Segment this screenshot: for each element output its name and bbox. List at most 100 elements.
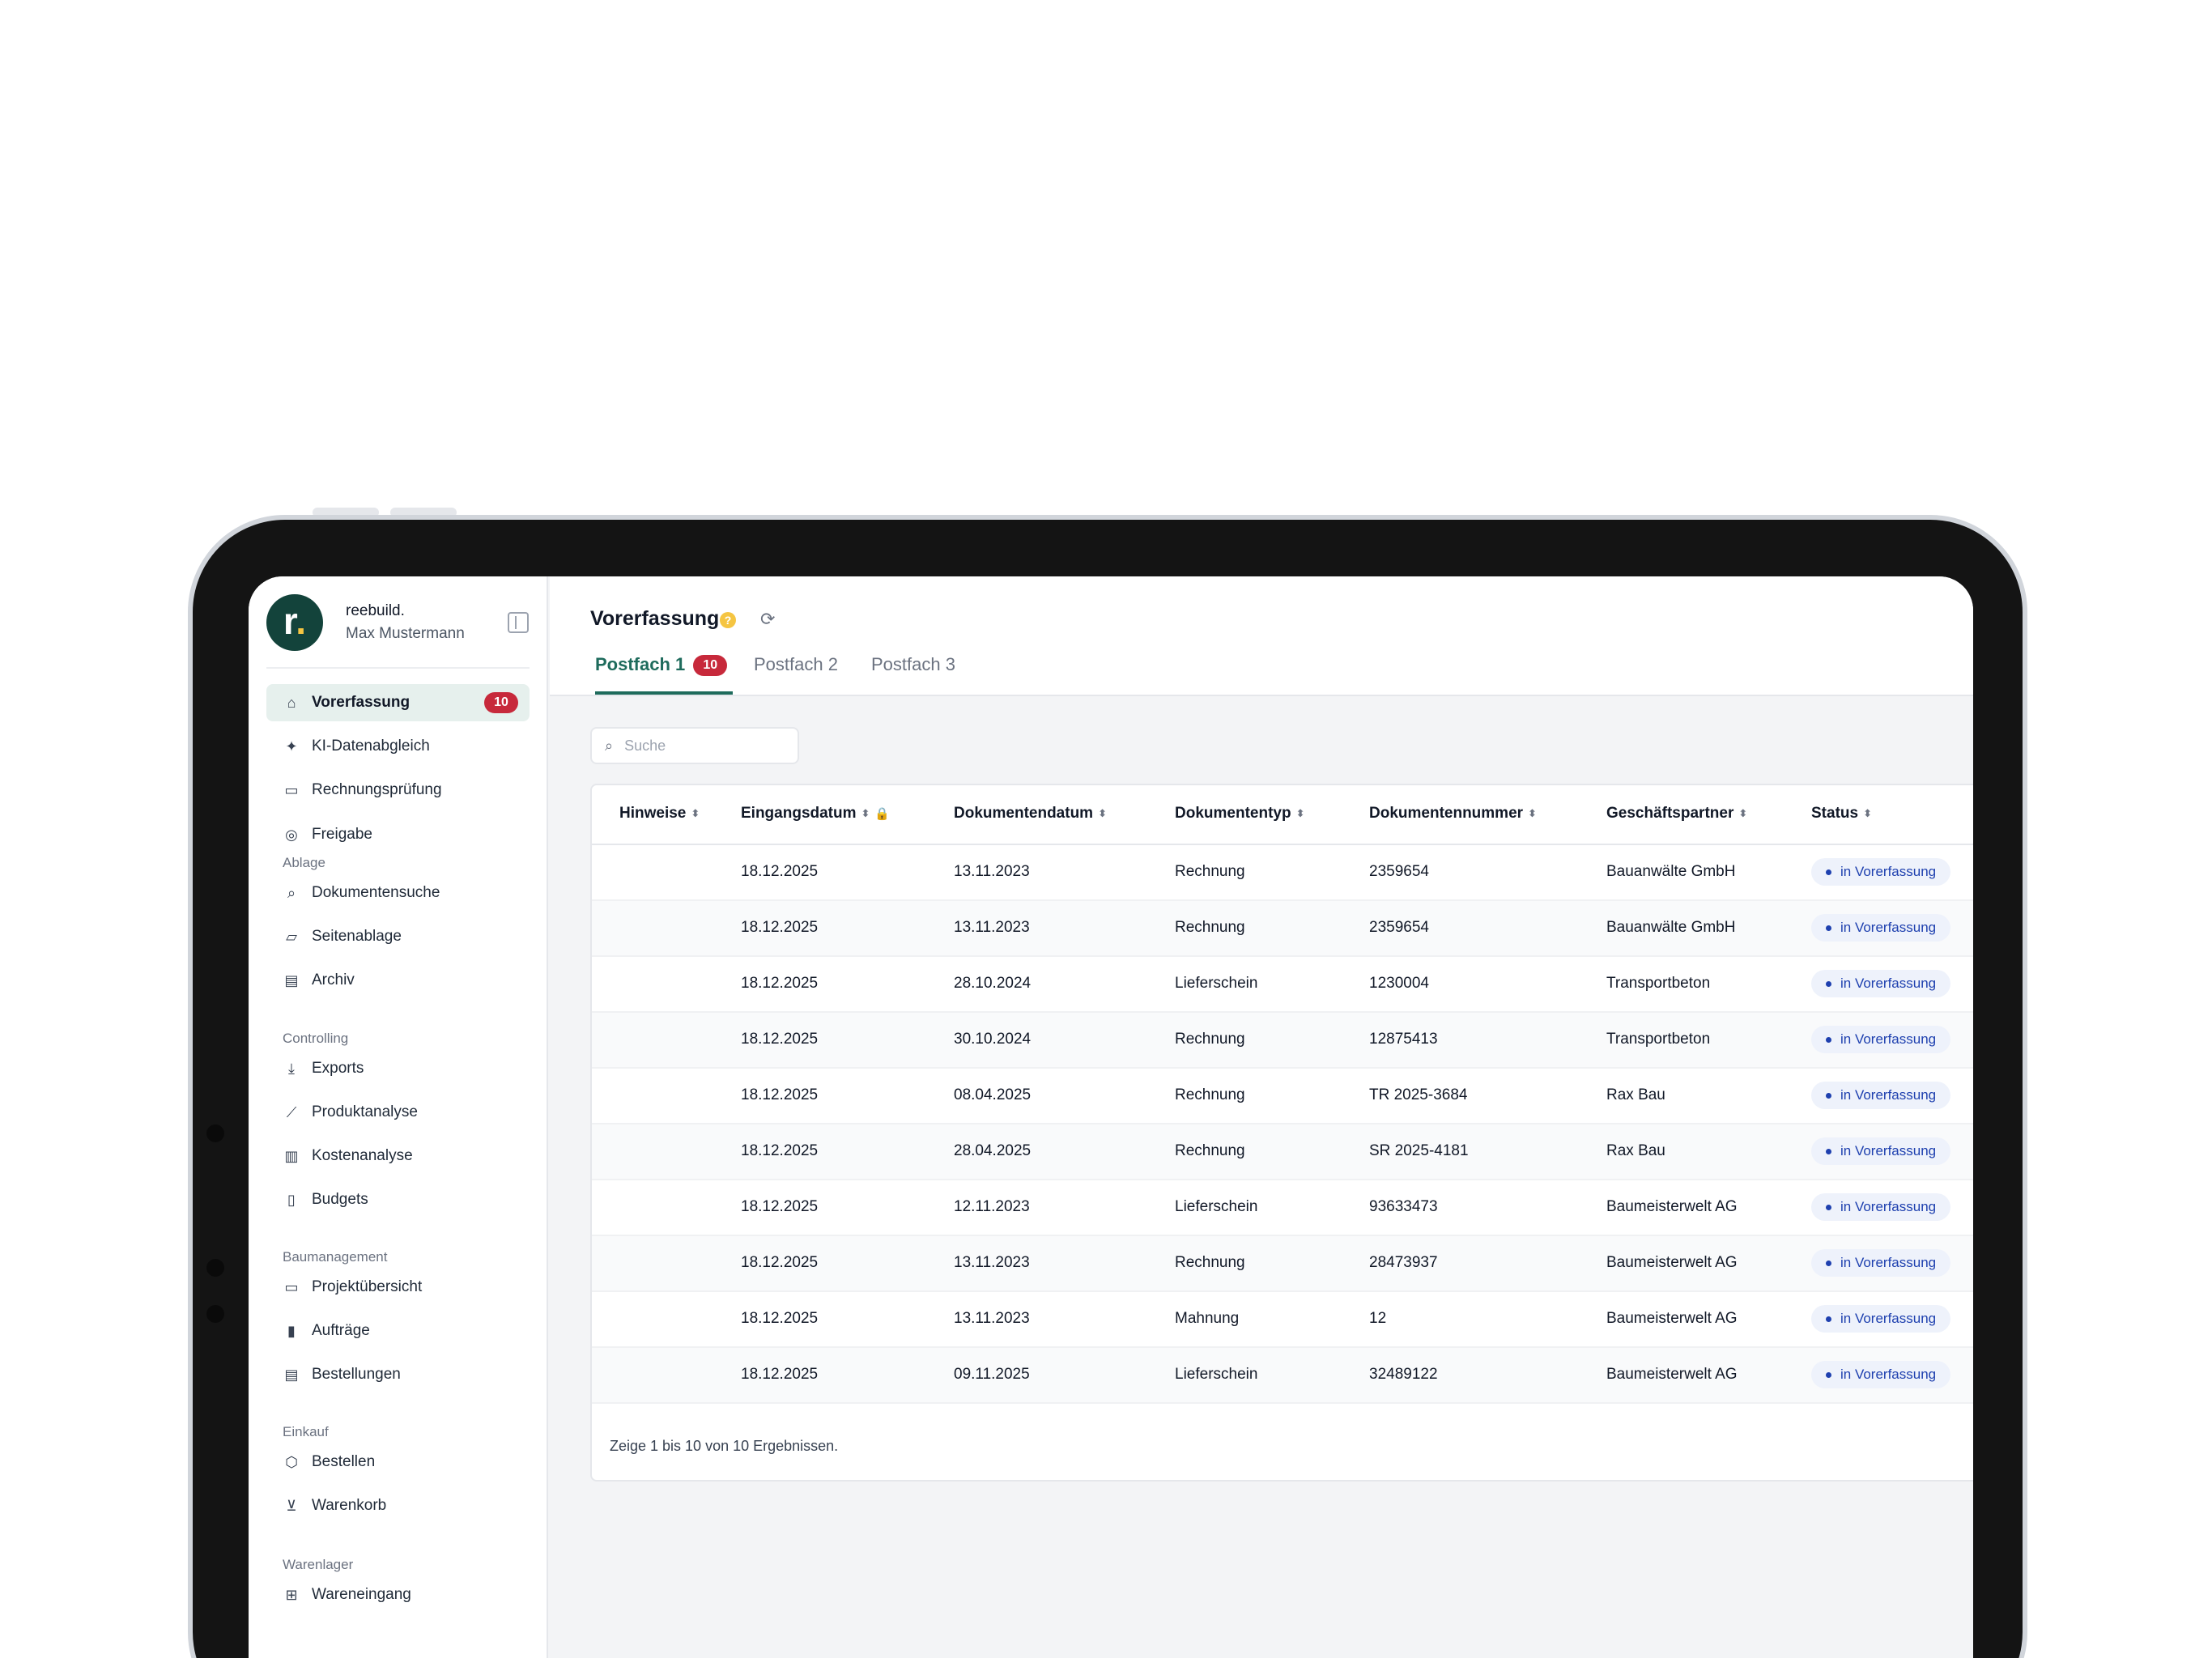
inbox-icon: ⌂ <box>287 694 296 711</box>
notebook-icon: ▮ <box>287 1322 296 1339</box>
status-badge: in Vorerfassung <box>1811 1305 1951 1333</box>
status-badge: in Vorerfassung <box>1811 970 1951 997</box>
sidebar-collapse-icon[interactable] <box>508 612 529 633</box>
col-dokumentennummer-cell: 2359654 <box>1369 863 1429 880</box>
sidebar-item-bestellen[interactable]: ⬡ Bestellen <box>266 1443 530 1481</box>
col-geschaeftspartner-cell: Baumeisterwelt AG <box>1606 1198 1738 1215</box>
camera-dot <box>206 1305 224 1323</box>
sort-icon[interactable]: ⬍ <box>1098 807 1107 820</box>
col-geschaeftspartner-cell: Transportbeton <box>1606 975 1711 992</box>
status-badge: in Vorerfassung <box>1811 858 1951 886</box>
sort-icon[interactable]: ⬍ <box>1528 807 1537 820</box>
table-row[interactable]: 18.12.2025 09.11.2025 Lieferschein 32489122… <box>592 1348 1973 1404</box>
col-dokumententyp-cell: Lieferschein <box>1175 1198 1258 1215</box>
col-dokumentendatum-cell: 28.10.2024 <box>954 975 1032 992</box>
col-dokumententyp-header[interactable]: Dokumententyp ⬍ <box>1175 805 1304 823</box>
table-row[interactable]: 18.12.2025 30.10.2024 Rechnung 12875413 Tran… <box>592 1013 1973 1069</box>
sidebar-item-ki-datenabgleich[interactable]: ✦ KI-Datenabgleich <box>266 728 530 765</box>
table-row[interactable]: 18.12.2025 13.11.2023 Rechnung 2359654 Bauan… <box>592 901 1973 957</box>
brand-header: r. reebuild. Max Mustermann <box>266 594 530 659</box>
col-eingangsdatum-cell: 18.12.2025 <box>741 1031 819 1048</box>
col-dokumentennummer-cell: SR 2025-4181 <box>1369 1142 1469 1159</box>
sidebar-item-bestellungen[interactable]: ▤ Bestellungen <box>266 1356 530 1393</box>
sort-icon[interactable]: ⬍ <box>691 807 700 820</box>
sidebar-item-archiv[interactable]: ▤ Archiv <box>266 962 530 999</box>
search-input[interactable] <box>624 737 787 755</box>
col-dokumententyp-cell: Lieferschein <box>1175 1366 1258 1383</box>
col-geschaeftspartner-header[interactable]: Geschäftspartner ⬍ <box>1606 805 1747 823</box>
col-dokumentennummer-cell: 1230004 <box>1369 975 1429 992</box>
col-eingangsdatum-cell: 18.12.2025 <box>741 1310 819 1327</box>
count-badge: 10 <box>484 692 518 713</box>
sidebar-item-wareneingang[interactable]: ⊞ Wareneingang <box>266 1576 530 1613</box>
sidebar-item-auftraege[interactable]: ▮ Aufträge <box>266 1312 530 1350</box>
sidebar-item-seitenablage[interactable]: ▱ Seitenablage <box>266 918 530 955</box>
sidebar-item-vorerfassung[interactable]: ⌂ Vorerfassung 10 <box>266 684 530 721</box>
col-eingangsdatum-cell: 18.12.2025 <box>741 863 819 880</box>
sort-icon[interactable]: ⬍ <box>861 807 870 820</box>
sidebar-item-label: Warenkorb <box>312 1497 387 1514</box>
sidebar-section-label: Baumanagement <box>283 1249 388 1265</box>
help-icon[interactable]: ? <box>720 612 736 628</box>
table-row[interactable]: 18.12.2025 08.04.2025 Rechnung TR 2025-3684… <box>592 1069 1973 1124</box>
table-row[interactable]: 18.12.2025 28.04.2025 Rechnung SR 2025-4181… <box>592 1124 1973 1180</box>
col-hinweise-header[interactable]: Hinweise ⬍ <box>619 805 700 823</box>
sidebar-item-rechnungspruefung[interactable]: ▭ Rechnungsprüfung <box>266 772 530 809</box>
sidebar-item-dokumentensuche[interactable]: ⌕ Dokumentensuche <box>266 874 530 912</box>
sidebar-item-freigabe[interactable]: ◎ Freigabe <box>266 816 530 853</box>
col-dokumentendatum-cell: 08.04.2025 <box>954 1086 1032 1103</box>
status-badge: in Vorerfassung <box>1811 1026 1951 1053</box>
table-row[interactable]: 18.12.2025 13.11.2023 Mahnung 12 Baumeisterw… <box>592 1292 1973 1348</box>
brand-logo: r. <box>266 594 323 651</box>
documents-table: Hinweise ⬍ Eingangsdatum ⬍ 🔒 Dokumentendatum ⬍… <box>590 784 1973 1482</box>
col-dokumententyp-cell: Rechnung <box>1175 1086 1245 1103</box>
status-badge: in Vorerfassung <box>1811 1249 1951 1277</box>
col-dokumentendatum-cell: 13.11.2023 <box>954 919 1030 936</box>
sidebar-item-label: Projektübersicht <box>312 1278 423 1295</box>
sidebar-item-budgets[interactable]: ▯ Budgets <box>266 1181 530 1218</box>
col-dokumentendatum-header[interactable]: Dokumentendatum ⬍ <box>954 805 1107 823</box>
col-eingangsdatum-cell: 18.12.2025 <box>741 1254 819 1271</box>
sort-icon[interactable]: ⬍ <box>1738 807 1747 820</box>
table-header: Hinweise ⬍ Eingangsdatum ⬍ 🔒 Dokumentendatum ⬍… <box>592 785 1973 845</box>
tab-postfach-2[interactable]: Postfach 2 <box>754 654 838 695</box>
col-dokumentennummer-header[interactable]: Dokumentennummer ⬍ <box>1369 805 1537 823</box>
budget-icon: ▯ <box>287 1191 296 1208</box>
sidebar-item-exports[interactable]: ⤓ Exports <box>266 1050 530 1087</box>
refresh-icon[interactable]: ⟳ <box>760 609 775 630</box>
sidebar-section-label: Einkauf <box>283 1424 329 1439</box>
col-eingangsdatum-cell: 18.12.2025 <box>741 1142 819 1159</box>
col-eingangsdatum-header[interactable]: Eingangsdatum ⬍ 🔒 <box>741 805 890 823</box>
sidebar-item-label: Bestellungen <box>312 1366 401 1383</box>
table-row[interactable]: 18.12.2025 13.11.2023 Rechnung 2359654 Bauan… <box>592 845 1973 901</box>
sidebar-item-label: Kostenanalyse <box>312 1147 413 1164</box>
col-dokumententyp-cell: Rechnung <box>1175 919 1245 936</box>
tab-postfach-3[interactable]: Postfach 3 <box>871 654 955 695</box>
sidebar-item-produktanalyse[interactable]: ⟋ Produktanalyse <box>266 1094 530 1131</box>
sidebar-item-label: Seitenablage <box>312 928 402 945</box>
sidebar-item-kostenanalyse[interactable]: ▥ Kostenanalyse <box>266 1137 530 1175</box>
line-chart-icon: ⟋ <box>286 1103 297 1120</box>
tab-postfach-1[interactable]: Postfach 1 10 <box>595 654 733 695</box>
sidebar-item-projektuebersicht[interactable]: ▭ Projektübersicht <box>266 1269 530 1306</box>
col-dokumentendatum-cell: 09.11.2025 <box>954 1366 1030 1383</box>
money-icon: ▭ <box>284 781 299 798</box>
search-icon: ⌕ <box>287 884 296 901</box>
col-eingangsdatum-cell: 18.12.2025 <box>741 1366 819 1383</box>
col-status-header[interactable]: Status ⬍ <box>1811 805 1872 823</box>
col-dokumentennummer-cell: 2359654 <box>1369 919 1429 936</box>
table-row[interactable]: 18.12.2025 12.11.2023 Lieferschein 93633473… <box>592 1180 1973 1236</box>
sidebar-item-label: Wareneingang <box>312 1586 411 1603</box>
brand-name: reebuild. <box>346 602 405 619</box>
col-dokumentennummer-cell: 93633473 <box>1369 1198 1438 1215</box>
sidebar-item-warenkorb[interactable]: ⊻ Warenkorb <box>266 1487 530 1524</box>
table-row[interactable]: 18.12.2025 28.10.2024 Lieferschein 1230004 T… <box>592 957 1973 1013</box>
folder-icon: ▱ <box>286 928 297 945</box>
table-row[interactable]: 18.12.2025 13.11.2023 Rechnung 28473937 Baum… <box>592 1236 1973 1292</box>
sort-icon[interactable]: ⬍ <box>1863 807 1872 820</box>
sidebar-item-label: Bestellen <box>312 1453 376 1470</box>
sort-icon[interactable]: ⬍ <box>1296 807 1305 820</box>
sidebar-section-label: Controlling <box>283 1031 349 1046</box>
col-dokumententyp-cell: Rechnung <box>1175 863 1245 880</box>
col-dokumentendatum-cell: 30.10.2024 <box>954 1031 1032 1048</box>
